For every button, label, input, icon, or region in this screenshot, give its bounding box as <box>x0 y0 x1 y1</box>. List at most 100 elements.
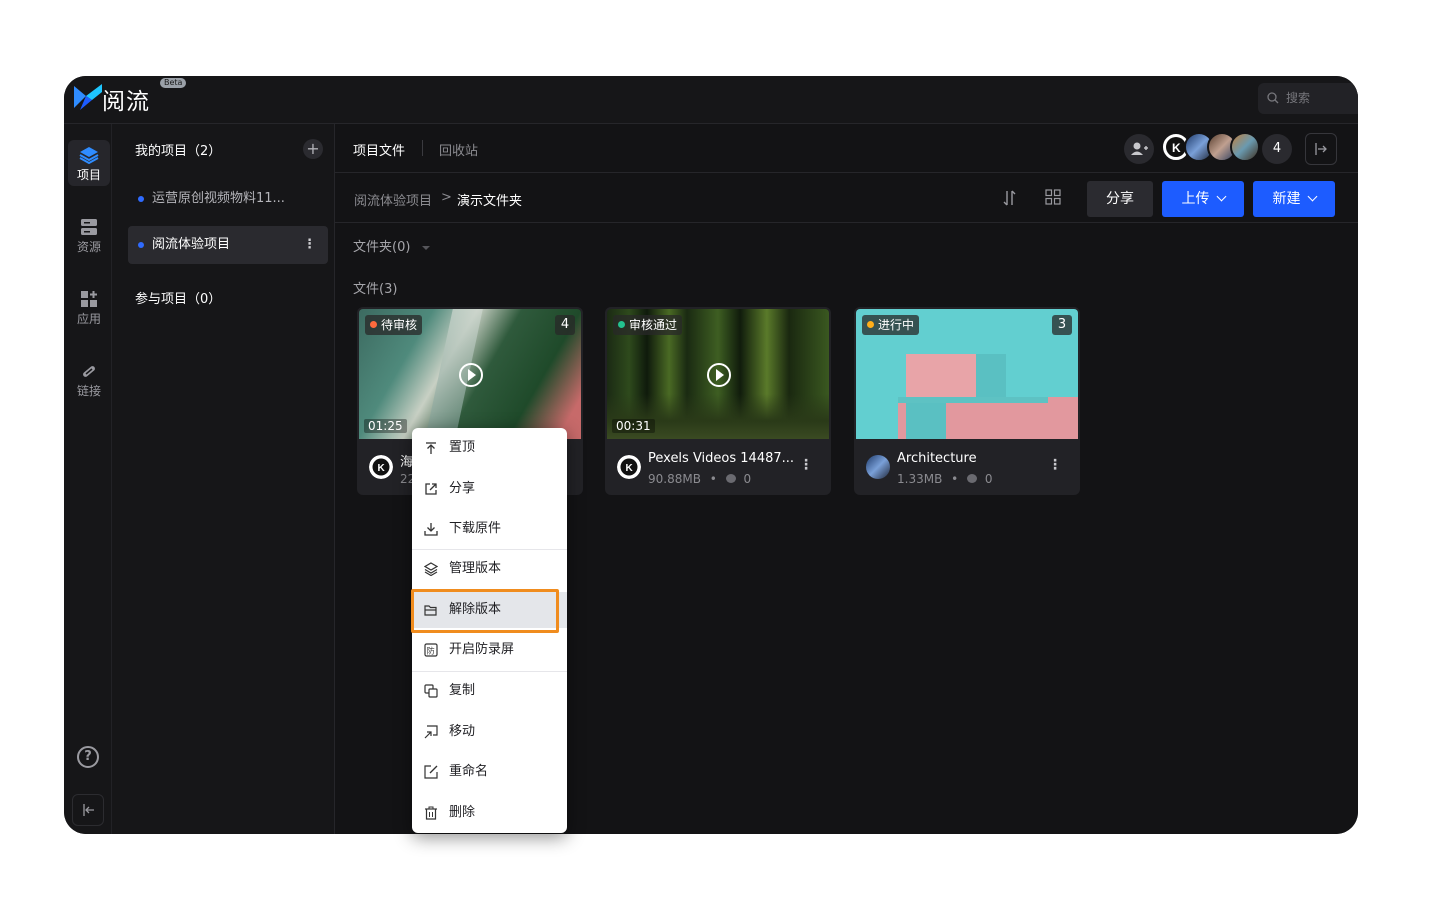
files-section-label: 文件(3) <box>353 282 398 297</box>
menu-item-delete[interactable]: 删除 <box>412 795 567 831</box>
link-icon <box>83 366 95 377</box>
exit-button[interactable] <box>1305 133 1337 165</box>
status-label: 审核通过 <box>629 318 678 332</box>
duration: 00:31 <box>612 419 655 433</box>
exit-icon <box>1315 143 1327 155</box>
status-dot <box>370 321 377 328</box>
meta-separator: • <box>709 472 717 486</box>
play-icon[interactable] <box>707 363 731 387</box>
project-dot <box>138 196 144 202</box>
menu-item-pin[interactable]: 置顶 <box>412 430 567 466</box>
nav-item-apps[interactable]: 应用 <box>68 284 110 330</box>
menu-divider <box>412 549 567 550</box>
file-card[interactable]: 进行中 3 Architecture 1.33MB • 0 ⋮ <box>854 307 1080 495</box>
status-label: 待审核 <box>381 318 418 332</box>
tab-bar: 项目文件 回收站 K 4 <box>335 124 1358 173</box>
video-thumbnail: 审核通过 00:31 <box>607 309 829 439</box>
file-meta: 90.88MB • 0 <box>648 472 751 486</box>
search-placeholder: 搜索 <box>1286 91 1311 105</box>
tab-recycle-bin[interactable]: 回收站 <box>439 140 478 159</box>
anti-record-icon: 防 <box>424 643 438 657</box>
file-size: 1.33MB <box>897 472 943 486</box>
menu-label: 移动 <box>449 724 476 739</box>
grid-view-icon[interactable] <box>1045 189 1061 205</box>
nav-item-projects[interactable]: 项目 <box>68 140 110 186</box>
move-icon <box>424 725 438 739</box>
status-label: 进行中 <box>878 318 915 332</box>
version-count: 3 <box>1052 315 1072 335</box>
pin-top-icon <box>426 442 436 454</box>
download-icon <box>424 523 438 536</box>
menu-label: 重命名 <box>449 764 489 779</box>
search-input[interactable]: 搜索 <box>1258 83 1358 114</box>
chevron-down-icon <box>1216 191 1226 202</box>
collapse-icon <box>83 804 94 816</box>
menu-label: 开启防录屏 <box>449 642 515 657</box>
menu-item-anti-recording[interactable]: 防 开启防录屏 <box>412 632 567 668</box>
status-badge: 审核通过 <box>613 315 683 335</box>
folders-section-label[interactable]: 文件夹(0) <box>353 236 431 255</box>
menu-item-move[interactable]: 移动 <box>412 714 567 750</box>
app-window: 阅流 Beta 搜索 项目 资源 应用 链接 ? 我的项目（2） + 运营原创视… <box>64 76 1358 834</box>
avatar[interactable] <box>1230 132 1260 162</box>
nav-item-links[interactable]: 链接 <box>68 356 110 402</box>
project-panel: 我的项目（2） + 运营原创视频物料11... 阅流体验项目 ⋮ 参与项目（0） <box>112 124 335 834</box>
breadcrumb-root[interactable]: 阅流体验项目 <box>354 190 432 209</box>
project-item-active[interactable]: 阅流体验项目 ⋮ <box>128 226 328 264</box>
new-button[interactable]: 新建 <box>1253 181 1335 217</box>
menu-item-share[interactable]: 分享 <box>412 471 567 507</box>
beta-badge: Beta <box>160 78 187 88</box>
play-icon[interactable] <box>459 363 483 387</box>
more-icon[interactable]: ⋮ <box>303 226 316 264</box>
nav-label: 链接 <box>76 384 101 398</box>
menu-item-download[interactable]: 下载原件 <box>412 511 567 547</box>
nav-label: 资源 <box>76 240 101 254</box>
menu-label: 下载原件 <box>449 521 502 536</box>
status-badge: 待审核 <box>365 315 423 335</box>
comment-count: 0 <box>743 472 752 486</box>
menu-label: 分享 <box>449 481 476 496</box>
comment-icon <box>967 474 978 483</box>
meta-separator: • <box>951 472 959 486</box>
image-thumbnail: 进行中 3 <box>856 309 1078 439</box>
status-dot <box>867 321 874 328</box>
member-count[interactable]: 4 <box>1262 134 1292 164</box>
help-icon[interactable]: ? <box>77 746 99 768</box>
upload-label: 上传 <box>1181 191 1210 207</box>
svg-text:K: K <box>378 463 386 474</box>
sort-icon[interactable] <box>1002 189 1018 207</box>
nav-item-resources[interactable]: 资源 <box>68 212 110 258</box>
menu-item-copy[interactable]: 复制 <box>412 673 567 709</box>
breadcrumb: 阅流体验项目 > 演示文件夹 分享 上传 新建 <box>335 173 1358 223</box>
file-name: Architecture <box>897 451 977 466</box>
add-project-button[interactable]: + <box>303 139 323 159</box>
add-member-button[interactable] <box>1124 134 1154 164</box>
owner-avatar <box>866 455 890 479</box>
chevron-down-icon <box>1307 191 1317 202</box>
file-size: 90.88MB <box>648 472 701 486</box>
file-card[interactable]: 审核通过 00:31 K Pexels Videos 14487... 90.8… <box>605 307 831 495</box>
breadcrumb-separator: > <box>441 190 452 205</box>
member-avatars[interactable]: K 4 <box>1124 132 1294 164</box>
owner-avatar: K <box>617 455 641 479</box>
more-icon[interactable]: ⋮ <box>799 457 813 473</box>
add-user-icon <box>1131 142 1148 155</box>
logo-icon <box>74 84 102 110</box>
svg-text:K: K <box>626 463 634 474</box>
tab-divider <box>422 140 423 156</box>
upload-button[interactable]: 上传 <box>1162 181 1244 217</box>
top-bar: 阅流 Beta 搜索 <box>64 76 1358 124</box>
file-name: Pexels Videos 14487... <box>648 451 795 466</box>
duration: 01:25 <box>364 419 407 433</box>
copy-icon <box>424 684 438 698</box>
breadcrumb-current: 演示文件夹 <box>457 194 523 209</box>
more-icon[interactable]: ⋮ <box>1048 457 1062 473</box>
tab-project-files[interactable]: 项目文件 <box>353 140 405 159</box>
share-button[interactable]: 分享 <box>1087 181 1153 217</box>
menu-item-rename[interactable]: 重命名 <box>412 754 567 790</box>
project-item[interactable]: 运营原创视频物料11... <box>128 180 328 218</box>
menu-item-manage-versions[interactable]: 管理版本 <box>412 551 567 587</box>
collapse-button[interactable] <box>72 794 104 826</box>
menu-label: 删除 <box>449 805 476 820</box>
apps-icon <box>81 291 97 307</box>
